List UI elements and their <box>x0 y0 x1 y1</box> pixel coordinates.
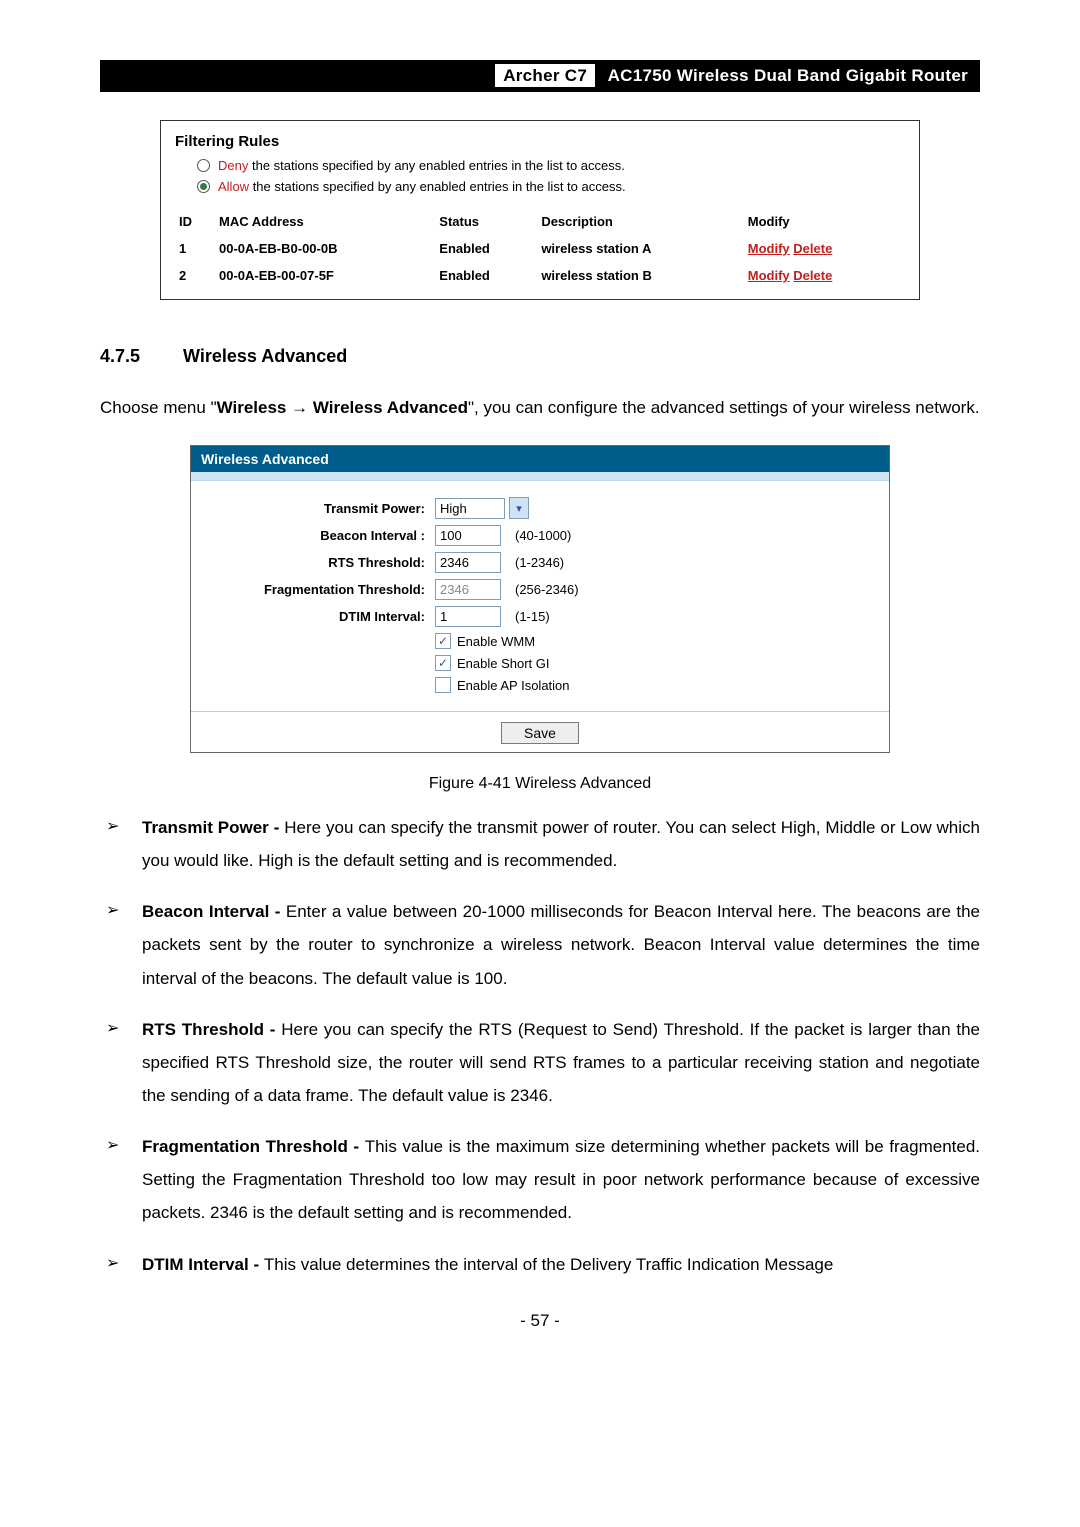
list-item: DTIM Interval - This value determines th… <box>100 1248 980 1281</box>
wa-divider-bar <box>191 472 889 481</box>
intro-post: ", you can configure the advanced settin… <box>468 398 980 417</box>
cell-desc: wireless station A <box>537 235 743 262</box>
col-modify: Modify <box>744 208 905 235</box>
transmit-power-select[interactable]: High <box>435 498 505 519</box>
enable-wmm-checkbox[interactable]: ✓ <box>435 633 451 649</box>
enable-ap-isolation-checkbox[interactable] <box>435 677 451 693</box>
page-number: - 57 - <box>100 1311 980 1331</box>
col-status: Status <box>435 208 537 235</box>
model-badge: Archer C7 <box>495 64 595 87</box>
beacon-hint: (40-1000) <box>515 528 571 543</box>
cell-actions: Modify Delete <box>744 235 905 262</box>
delete-link[interactable]: Delete <box>793 268 832 283</box>
enable-wmm-label: Enable WMM <box>457 634 535 649</box>
beacon-interval-label: Beacon Interval : <box>205 528 435 543</box>
table-row: 1 00-0A-EB-B0-00-0B Enabled wireless sta… <box>175 235 905 262</box>
allow-keyword: Allow <box>218 179 249 194</box>
list-item: Beacon Interval - Enter a value between … <box>100 895 980 994</box>
cell-actions: Modify Delete <box>744 262 905 289</box>
list-item: Transmit Power - Here you can specify th… <box>100 811 980 877</box>
fragmentation-threshold-label: Fragmentation Threshold: <box>205 582 435 597</box>
modify-link[interactable]: Modify <box>748 268 790 283</box>
description-list: Transmit Power - Here you can specify th… <box>100 811 980 1281</box>
cell-id: 2 <box>175 262 215 289</box>
rts-threshold-input[interactable]: 2346 <box>435 552 501 573</box>
wa-panel-title: Wireless Advanced <box>191 446 889 472</box>
dtim-hint: (1-15) <box>515 609 550 624</box>
cell-desc: wireless station B <box>537 262 743 289</box>
enable-ap-isolation-label: Enable AP Isolation <box>457 678 570 693</box>
arrow-icon: → <box>286 398 312 417</box>
table-header-row: ID MAC Address Status Description Modify <box>175 208 905 235</box>
deny-rest: the stations specified by any enabled en… <box>248 158 625 173</box>
save-button[interactable]: Save <box>501 722 579 744</box>
radio-icon-unselected <box>197 159 210 172</box>
enable-short-gi-label: Enable Short GI <box>457 656 550 671</box>
bullet-fragmentation-threshold-title: Fragmentation Threshold - <box>142 1137 365 1156</box>
cell-status: Enabled <box>435 235 537 262</box>
cell-id: 1 <box>175 235 215 262</box>
dtim-interval-input[interactable]: 1 <box>435 606 501 627</box>
bullet-rts-threshold-title: RTS Threshold - <box>142 1020 281 1039</box>
beacon-interval-input[interactable]: 100 <box>435 525 501 546</box>
radio-icon-selected <box>197 180 210 193</box>
bullet-beacon-interval-title: Beacon Interval - <box>142 902 286 921</box>
section-title: Wireless Advanced <box>183 346 347 366</box>
intro-paragraph: Choose menu "Wireless → Wireless Advance… <box>100 391 980 425</box>
col-mac: MAC Address <box>215 208 435 235</box>
filtering-rules-panel: Filtering Rules Deny the stations specif… <box>160 120 920 300</box>
bullet-dtim-interval-title: DTIM Interval - <box>142 1255 264 1274</box>
intro-pre: Choose menu " <box>100 398 217 417</box>
filtering-table: ID MAC Address Status Description Modify… <box>175 208 905 289</box>
section-number: 4.7.5 <box>100 346 178 367</box>
header-title: AC1750 Wireless Dual Band Gigabit Router <box>608 66 968 85</box>
rts-threshold-label: RTS Threshold: <box>205 555 435 570</box>
delete-link[interactable]: Delete <box>793 241 832 256</box>
filtering-title: Filtering Rules <box>175 133 905 150</box>
cell-mac: 00-0A-EB-B0-00-0B <box>215 235 435 262</box>
col-desc: Description <box>537 208 743 235</box>
frag-hint: (256-2346) <box>515 582 579 597</box>
rts-hint: (1-2346) <box>515 555 564 570</box>
enable-short-gi-checkbox[interactable]: ✓ <box>435 655 451 671</box>
modify-link[interactable]: Modify <box>748 241 790 256</box>
list-item: Fragmentation Threshold - This value is … <box>100 1130 980 1229</box>
doc-header: Archer C7 AC1750 Wireless Dual Band Giga… <box>100 60 980 92</box>
section-heading: 4.7.5 Wireless Advanced <box>100 346 980 367</box>
dtim-interval-label: DTIM Interval: <box>205 609 435 624</box>
chevron-down-icon[interactable]: ▾ <box>509 497 529 519</box>
cell-status: Enabled <box>435 262 537 289</box>
figure-caption: Figure 4-41 Wireless Advanced <box>100 775 980 793</box>
radio-deny[interactable]: Deny the stations specified by any enabl… <box>197 158 905 173</box>
intro-b1: Wireless <box>217 398 287 417</box>
list-item: RTS Threshold - Here you can specify the… <box>100 1013 980 1112</box>
fragmentation-threshold-input[interactable]: 2346 <box>435 579 501 600</box>
bullet-dtim-interval-text: This value determines the interval of th… <box>264 1255 833 1274</box>
table-row: 2 00-0A-EB-00-07-5F Enabled wireless sta… <box>175 262 905 289</box>
transmit-power-label: Transmit Power: <box>205 501 435 516</box>
wireless-advanced-panel: Wireless Advanced Transmit Power: High ▾… <box>190 445 890 753</box>
col-id: ID <box>175 208 215 235</box>
radio-allow[interactable]: Allow the stations specified by any enab… <box>197 179 905 194</box>
deny-keyword: Deny <box>218 158 248 173</box>
allow-rest: the stations specified by any enabled en… <box>249 179 626 194</box>
cell-mac: 00-0A-EB-00-07-5F <box>215 262 435 289</box>
bullet-transmit-power-title: Transmit Power - <box>142 818 284 837</box>
intro-b2: Wireless Advanced <box>313 398 468 417</box>
